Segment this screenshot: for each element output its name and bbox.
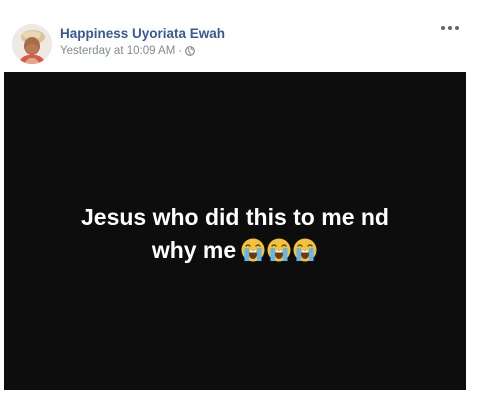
globe-icon[interactable] (185, 46, 196, 56)
post-text: Jesus who did this to me nd why me (4, 201, 466, 272)
author-name[interactable]: Happiness Uyoriata Ewah (60, 26, 225, 41)
post-text-line-1: Jesus who did this to me nd (81, 204, 389, 230)
post-text-line-2: why me (151, 237, 237, 263)
crying-face-emoji-icon (292, 237, 318, 263)
post-meta: Yesterday at 10:09 AM · (60, 45, 196, 57)
post-timestamp[interactable]: Yesterday at 10:09 AM (60, 45, 175, 57)
post-background-image[interactable]: Jesus who did this to me nd why me (4, 72, 466, 390)
author-avatar[interactable] (12, 24, 52, 64)
post-text-line-2-wrapper: why me (4, 234, 466, 272)
crying-face-emoji-icon (240, 237, 266, 263)
facebook-post: Happiness Uyoriata Ewah Yesterday at 10:… (0, 0, 482, 420)
post-header: Happiness Uyoriata Ewah Yesterday at 10:… (0, 0, 482, 72)
meta-separator: · (178, 45, 183, 57)
avatar-photo (12, 24, 52, 64)
emoji-group (240, 237, 318, 272)
crying-face-emoji-icon (266, 237, 292, 263)
more-options-icon[interactable] (438, 20, 462, 36)
